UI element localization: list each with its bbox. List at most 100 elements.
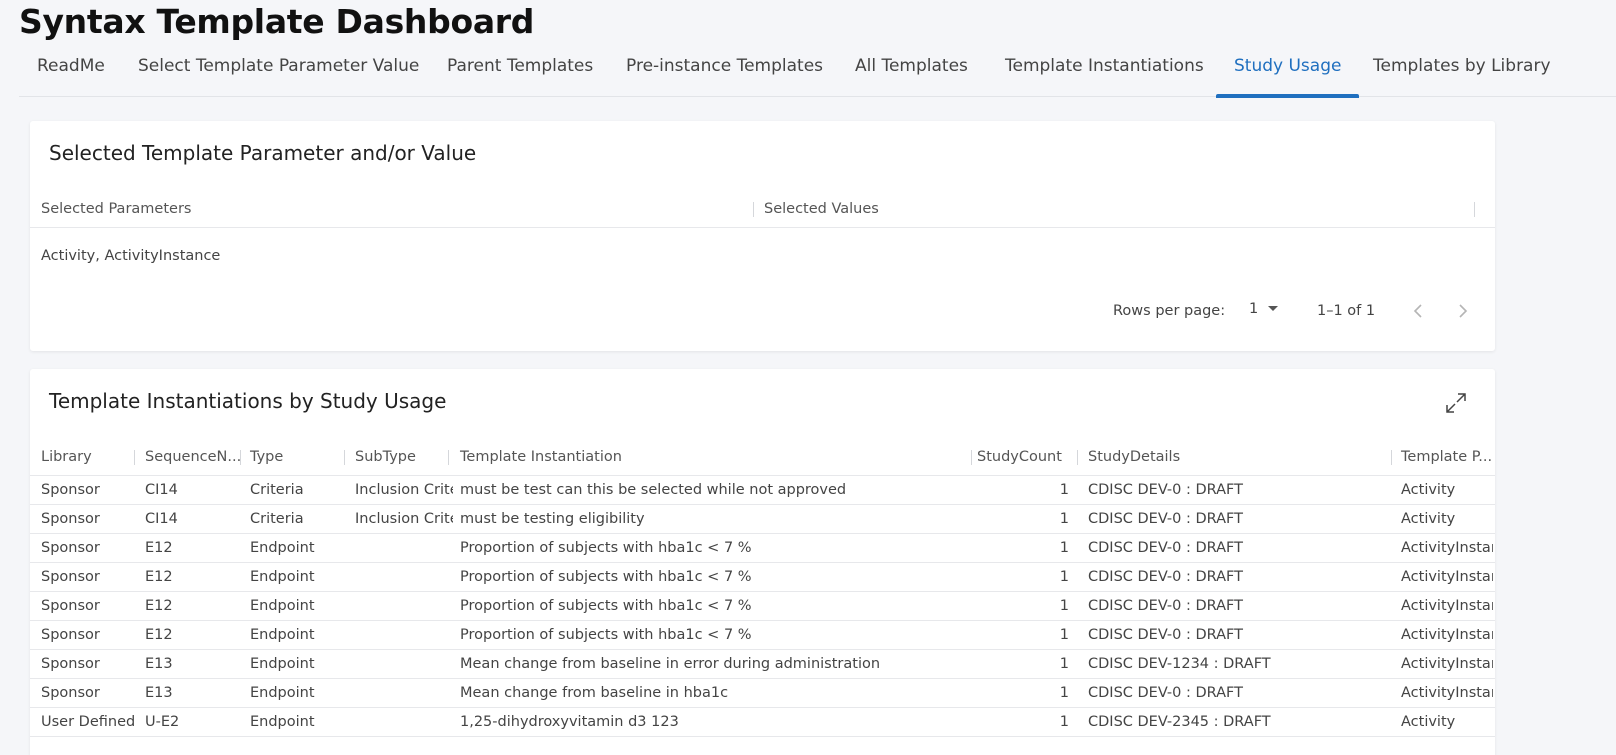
cell-sequence-number: E12 xyxy=(145,627,173,643)
cell-template-parameter: Activity xyxy=(1401,511,1456,527)
rows-per-page-select[interactable]: 1 xyxy=(1249,301,1279,317)
column-header-subtype[interactable]: SubType xyxy=(355,449,416,465)
tab-pre-instance-templates[interactable]: Pre-instance Templates xyxy=(608,48,841,97)
cell-sequence-number: U-E2 xyxy=(145,714,180,730)
expand-button[interactable] xyxy=(1444,391,1468,415)
cell-library: Sponsor xyxy=(41,482,100,498)
cell-study-count: 1 xyxy=(1059,714,1069,730)
cell-study-details: CDISC DEV-0 : DRAFT xyxy=(1088,685,1243,701)
column-header-study-details[interactable]: StudyDetails xyxy=(1088,449,1180,465)
cell-study-count: 1 xyxy=(1059,656,1069,672)
cell-study-count: 1 xyxy=(1059,627,1069,643)
next-page-button[interactable] xyxy=(1451,299,1475,323)
cell-template-parameter: ActivityInstance xyxy=(1401,569,1493,585)
column-separator[interactable] xyxy=(971,450,972,465)
cell-library: Sponsor xyxy=(41,598,100,614)
chevron-left-icon xyxy=(1413,304,1422,318)
chevron-right-icon xyxy=(1459,304,1468,318)
cell-study-details: CDISC DEV-0 : DRAFT xyxy=(1088,598,1243,614)
column-separator[interactable] xyxy=(753,202,754,217)
column-separator[interactable] xyxy=(240,450,241,465)
column-header-selected-parameters[interactable]: Selected Parameters xyxy=(41,201,191,217)
cell-study-details: CDISC DEV-0 : DRAFT xyxy=(1088,627,1243,643)
cell-sequence-number: E12 xyxy=(145,540,173,556)
table-row[interactable]: Sponsor E12 Endpoint Proportion of subjects… xyxy=(30,592,1495,621)
cell-library: Sponsor xyxy=(41,685,100,701)
cell-type: Endpoint xyxy=(250,598,315,614)
cell-template-parameter: ActivityInstance xyxy=(1401,598,1493,614)
fullscreen-expand-icon xyxy=(1446,393,1466,413)
cell-type: Endpoint xyxy=(250,714,315,730)
menu-down-icon xyxy=(1268,306,1279,311)
table-row[interactable]: Sponsor E12 Endpoint Proportion of subjects… xyxy=(30,621,1495,650)
card-title: Selected Template Parameter and/or Value xyxy=(49,141,477,165)
column-header-template-instantiation[interactable]: Template Instantiation xyxy=(460,449,622,465)
column-header-type[interactable]: Type xyxy=(250,449,283,465)
column-separator[interactable] xyxy=(1474,202,1475,217)
cell-sequence-number: E12 xyxy=(145,598,173,614)
column-separator[interactable] xyxy=(1391,450,1392,465)
cell-library: User Defined xyxy=(41,714,136,730)
cell-template-instantiation: Mean change from baseline in error durin… xyxy=(460,656,881,672)
cell-template-instantiation: Proportion of subjects with hba1c < 7 % xyxy=(460,540,752,556)
rows-per-page-label: Rows per page: xyxy=(1113,303,1226,319)
table-row[interactable]: Sponsor E13 Endpoint Mean change from basel… xyxy=(30,679,1495,708)
cell-template-parameter: ActivityInstance xyxy=(1401,656,1493,672)
cell-template-instantiation: must be test can this be selected while … xyxy=(460,482,847,498)
column-header-sequence-number[interactable]: SequenceN... xyxy=(145,449,241,465)
column-header-library[interactable]: Library xyxy=(41,449,92,465)
cell-library: Sponsor xyxy=(41,627,100,643)
table-row[interactable]: User Defined U-E2 Endpoint 1,25-dihydroxyvi… xyxy=(30,708,1495,737)
pagination-range: 1–1 of 1 xyxy=(1317,303,1376,319)
cell-library: Sponsor xyxy=(41,540,100,556)
cell-template-instantiation: Proportion of subjects with hba1c < 7 % xyxy=(460,598,752,614)
column-separator[interactable] xyxy=(344,450,345,465)
cell-template-instantiation: Proportion of subjects with hba1c < 7 % xyxy=(460,627,752,643)
tab-readme[interactable]: ReadMe xyxy=(19,48,123,97)
cell-study-details: CDISC DEV-0 : DRAFT xyxy=(1088,482,1243,498)
study-usage-card: Template Instantiations by Study Usage L… xyxy=(30,369,1495,755)
cell-sequence-number: E12 xyxy=(145,569,173,585)
cell-template-parameter: ActivityInstance xyxy=(1401,685,1493,701)
table-row[interactable]: Sponsor E13 Endpoint Mean change from basel… xyxy=(30,650,1495,679)
tab-bar: ReadMe Select Template Parameter Value P… xyxy=(19,48,1616,98)
table-row[interactable]: Sponsor CI14 Criteria Inclusion Criteria mus… xyxy=(30,505,1495,534)
row-divider xyxy=(30,736,1495,737)
cell-template-parameter: Activity xyxy=(1401,714,1456,730)
tab-study-usage[interactable]: Study Usage xyxy=(1216,48,1360,98)
cell-study-count: 1 xyxy=(1059,511,1069,527)
cell-study-count: 1 xyxy=(1059,569,1069,585)
tab-all-templates[interactable]: All Templates xyxy=(837,48,986,97)
column-header-template-parameter[interactable]: Template P... xyxy=(1401,449,1492,465)
table-row[interactable]: Sponsor E12 Endpoint Proportion of subjects… xyxy=(30,534,1495,563)
cell-type: Endpoint xyxy=(250,627,315,643)
table-row[interactable]: Sponsor CI14 Criteria Inclusion Criteria mus… xyxy=(30,476,1495,505)
cell-type: Criteria xyxy=(250,511,304,527)
column-separator[interactable] xyxy=(134,450,135,465)
page-title: Syntax Template Dashboard xyxy=(19,2,535,41)
cell-sequence-number: E13 xyxy=(145,656,173,672)
cell-type: Endpoint xyxy=(250,685,315,701)
tab-templates-by-library[interactable]: Templates by Library xyxy=(1355,48,1569,97)
column-header-study-count[interactable]: StudyCount xyxy=(977,449,1062,465)
column-separator[interactable] xyxy=(1077,450,1078,465)
cell-template-parameter: ActivityInstance xyxy=(1401,540,1493,556)
column-separator[interactable] xyxy=(448,450,449,465)
tab-template-instantiations[interactable]: Template Instantiations xyxy=(987,48,1222,97)
selected-parameters-card: Selected Template Parameter and/or Value… xyxy=(30,121,1495,351)
cell-library: Sponsor xyxy=(41,569,100,585)
tab-parent-templates[interactable]: Parent Templates xyxy=(429,48,611,97)
cell-subtype: Inclusion Criteria xyxy=(355,482,453,498)
cell-template-instantiation: must be testing eligibility xyxy=(460,511,645,527)
previous-page-button[interactable] xyxy=(1406,299,1430,323)
header-divider xyxy=(30,227,1495,228)
tab-select-template-parameter-value[interactable]: Select Template Parameter Value xyxy=(120,48,437,97)
cell-sequence-number: CI14 xyxy=(145,482,178,498)
table-row[interactable]: Sponsor E12 Endpoint Proportion of subjects… xyxy=(30,563,1495,592)
column-header-selected-values[interactable]: Selected Values xyxy=(764,201,879,217)
cell-study-details: CDISC DEV-0 : DRAFT xyxy=(1088,569,1243,585)
cell-template-instantiation: Proportion of subjects with hba1c < 7 % xyxy=(460,569,752,585)
cell-study-count: 1 xyxy=(1059,685,1069,701)
card-title: Template Instantiations by Study Usage xyxy=(49,389,447,413)
cell-type: Endpoint xyxy=(250,569,315,585)
